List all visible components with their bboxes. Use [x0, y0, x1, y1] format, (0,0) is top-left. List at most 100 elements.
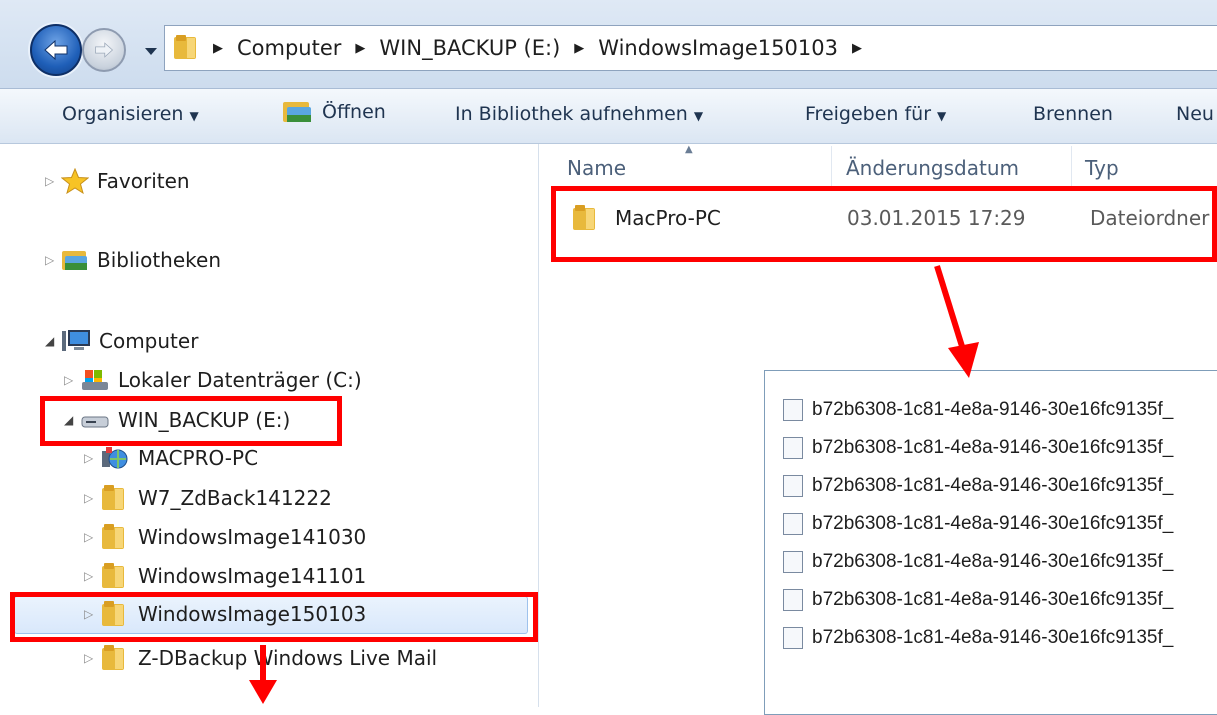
forward-button[interactable] [82, 28, 126, 72]
tree-item-w7-zdback[interactable]: ▷ W7_ZdBack141222 [84, 481, 332, 515]
dropdown-caret-icon: ▼ [189, 109, 199, 123]
tree-item-label: WIN_BACKUP (E:) [118, 408, 291, 432]
libraries-icon [62, 251, 87, 270]
tree-item-label: WindowsImage141030 [138, 525, 367, 549]
file-type: Dateiordner [1090, 206, 1210, 230]
folder-icon [102, 563, 124, 588]
breadcrumb-separator[interactable]: ▶ [213, 41, 223, 56]
file-name: b72b6308-1c81-4e8a-9146-30e16fc9135f_ [812, 399, 1174, 420]
xml-file-icon [783, 475, 803, 497]
list-item[interactable]: b72b6308-1c81-4e8a-9146-30e16fc9135f_ [783, 585, 1173, 615]
back-arrow-icon [44, 39, 68, 61]
burn-label: Brennen [1033, 103, 1113, 125]
tree-item-computer[interactable]: ◢ Computer [45, 324, 198, 358]
list-item[interactable]: b72b6308-1c81-4e8a-9146-30e16fc9135f_ [783, 433, 1173, 463]
tree-item-z-dbackup[interactable]: ▷ Z-DBackup Windows Live Mail [84, 641, 437, 675]
add-to-library-label: In Bibliothek aufnehmen [455, 103, 688, 125]
column-divider[interactable] [831, 146, 832, 188]
file-date: 03.01.2015 17:29 [847, 206, 1026, 230]
collapse-arrow-icon[interactable]: ◢ [64, 413, 80, 427]
xml-file-icon [783, 513, 803, 535]
column-header-date[interactable]: Änderungsdatum [846, 156, 1019, 180]
inset-file-list: b72b6308-1c81-4e8a-9146-30e16fc9135f_ b7… [764, 370, 1217, 715]
file-row[interactable]: MacPro-PC 03.01.2015 17:29 Dateiordner [559, 198, 1217, 238]
organize-label: Organisieren [62, 103, 184, 125]
expand-arrow-icon[interactable]: ▷ [84, 569, 100, 583]
network-pc-icon [102, 447, 128, 469]
xml-file-icon [783, 589, 803, 611]
tree-item-win-backup[interactable]: ◢ WIN_BACKUP (E:) [64, 403, 290, 437]
add-to-library-button[interactable]: In Bibliothek aufnehmen ▼ [455, 103, 703, 125]
column-divider[interactable] [1071, 146, 1072, 188]
back-button[interactable] [30, 24, 82, 76]
open-button[interactable]: Öffnen [282, 99, 386, 125]
tree-item-favorites[interactable]: ▷ Favoriten [45, 164, 190, 198]
folder-icon [102, 601, 124, 626]
folder-icon [174, 35, 196, 59]
xml-file-icon [783, 437, 803, 459]
expand-arrow-icon[interactable]: ▷ [84, 651, 100, 665]
external-drive-icon [81, 416, 109, 428]
file-name: b72b6308-1c81-4e8a-9146-30e16fc9135f_ [812, 475, 1174, 496]
recent-pages-button[interactable] [144, 42, 158, 55]
column-header-name[interactable]: Name [567, 156, 626, 180]
burn-button[interactable]: Brennen [1033, 103, 1113, 125]
tree-item-label: MACPRO-PC [138, 446, 259, 470]
share-with-button[interactable]: Freigeben für ▼ [805, 103, 946, 125]
list-item[interactable]: b72b6308-1c81-4e8a-9146-30e16fc9135f_ [783, 395, 1173, 425]
breadcrumb-separator[interactable]: ▶ [355, 41, 365, 56]
tree-item-label: Computer [99, 329, 199, 353]
tree-item-label: Bibliotheken [97, 248, 221, 272]
expand-arrow-icon[interactable]: ▷ [64, 373, 80, 387]
breadcrumb-separator[interactable]: ▶ [852, 41, 862, 56]
list-item[interactable]: b72b6308-1c81-4e8a-9146-30e16fc9135f_ [783, 509, 1173, 539]
address-field[interactable]: ▶ Computer ▶ WIN_BACKUP (E:) ▶ WindowsIm… [164, 25, 1217, 71]
breadcrumb-separator[interactable]: ▶ [574, 41, 584, 56]
tree-item-windowsimage141101[interactable]: ▷ WindowsImage141101 [84, 559, 366, 593]
list-item[interactable]: b72b6308-1c81-4e8a-9146-30e16fc9135f_ [783, 623, 1173, 653]
computer-icon [62, 330, 90, 351]
address-bar-area: ▶ Computer ▶ WIN_BACKUP (E:) ▶ WindowsIm… [0, 0, 1217, 89]
file-name: b72b6308-1c81-4e8a-9146-30e16fc9135f_ [812, 513, 1174, 534]
folder-icon [573, 205, 595, 230]
xml-file-icon [783, 627, 803, 649]
folder-icon [102, 524, 124, 549]
expand-arrow-icon[interactable]: ▷ [84, 491, 100, 505]
tree-item-label: Z-DBackup Windows Live Mail [138, 646, 438, 670]
file-name: MacPro-PC [615, 206, 721, 230]
tree-item-local-disk-c[interactable]: ▷ Lokaler Datenträger (C:) [64, 363, 362, 397]
open-label: Öffnen [322, 101, 386, 123]
file-name: b72b6308-1c81-4e8a-9146-30e16fc9135f_ [812, 627, 1174, 648]
expand-arrow-icon[interactable]: ▷ [45, 253, 61, 267]
list-item[interactable]: b72b6308-1c81-4e8a-9146-30e16fc9135f_ [783, 471, 1173, 501]
folder-icon [102, 485, 124, 510]
breadcrumb-backup-drive[interactable]: WIN_BACKUP (E:) [379, 36, 560, 60]
new-folder-label: Neu [1176, 103, 1214, 125]
tree-item-windowsimage141030[interactable]: ▷ WindowsImage141030 [84, 520, 366, 554]
breadcrumb-computer[interactable]: Computer [237, 36, 341, 60]
collapse-arrow-icon[interactable]: ◢ [45, 334, 61, 348]
file-name: b72b6308-1c81-4e8a-9146-30e16fc9135f_ [812, 437, 1174, 458]
file-name: b72b6308-1c81-4e8a-9146-30e16fc9135f_ [812, 589, 1174, 610]
share-with-label: Freigeben für [805, 103, 932, 125]
tree-item-label: W7_ZdBack141222 [138, 486, 332, 510]
breadcrumb-current-folder[interactable]: WindowsImage150103 [598, 36, 838, 60]
command-bar: Organisieren ▼ Öffnen In Bibliothek aufne… [0, 89, 1217, 144]
expand-arrow-icon[interactable]: ▷ [84, 530, 100, 544]
xml-file-icon [783, 551, 803, 573]
star-icon [61, 168, 89, 194]
expand-arrow-icon[interactable]: ▷ [84, 451, 100, 465]
expand-arrow-icon[interactable]: ▷ [45, 174, 61, 188]
tree-item-libraries[interactable]: ▷ Bibliotheken [45, 243, 221, 277]
tree-item-label: WindowsImage141101 [138, 564, 367, 588]
hard-drive-icon [82, 370, 108, 390]
organize-button[interactable]: Organisieren ▼ [62, 103, 199, 125]
new-folder-button[interactable]: Neu [1176, 103, 1214, 125]
tree-item-macpro-pc[interactable]: ▷ MACPRO-PC [84, 441, 258, 475]
tree-item-windowsimage150103[interactable]: ▷ WindowsImage150103 [84, 597, 366, 631]
list-item[interactable]: b72b6308-1c81-4e8a-9146-30e16fc9135f_ [783, 547, 1173, 577]
tree-item-label: WindowsImage150103 [138, 602, 367, 626]
expand-arrow-icon[interactable]: ▷ [84, 607, 100, 621]
column-header-type[interactable]: Typ [1085, 156, 1119, 180]
dropdown-caret-icon: ▼ [693, 109, 704, 123]
